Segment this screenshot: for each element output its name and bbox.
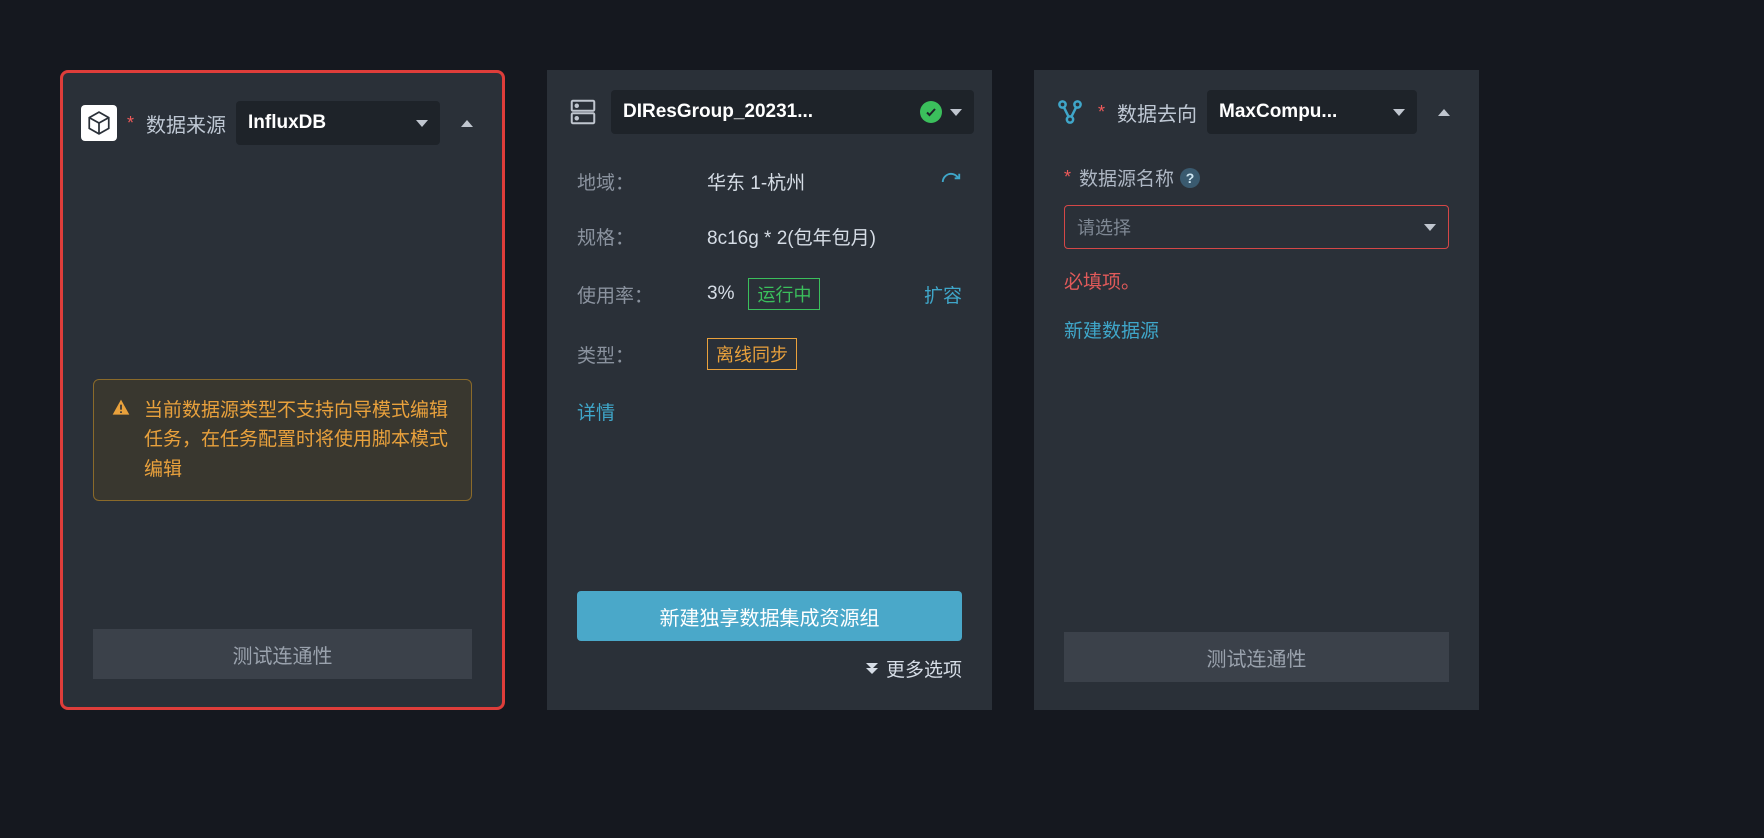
target-flow-icon xyxy=(1052,94,1088,130)
chevron-down-icon xyxy=(1393,109,1405,116)
datasource-required-error: 必填项。 xyxy=(1064,267,1449,294)
config-panels-row: * 数据来源 InfluxDB 当前数据源类型不支持向导模式编辑任务，在任务配置… xyxy=(0,70,1764,710)
region-value: 华东 1-杭州 xyxy=(707,168,805,195)
spec-value: 8c16g * 2(包年包月) xyxy=(707,223,876,250)
source-panel-footer: 测试连通性 xyxy=(63,615,502,707)
usage-value: 3% xyxy=(707,283,734,305)
required-star: * xyxy=(1098,102,1105,123)
running-status-tag: 运行中 xyxy=(748,278,820,310)
target-panel: * 数据去向 MaxCompu... * 数据源名称 ? 请选择 xyxy=(1034,70,1479,710)
chevron-down-icon xyxy=(416,120,428,127)
target-panel-footer: 测试连通性 xyxy=(1034,618,1479,710)
target-panel-header: * 数据去向 MaxCompu... xyxy=(1034,70,1479,158)
resource-group-select[interactable]: DIResGroup_20231... xyxy=(611,90,974,134)
resource-kv-list: 地域： 华东 1-杭州 规格： 8c16g * 2(包年包月) xyxy=(577,158,962,425)
required-star: * xyxy=(1064,167,1071,188)
warning-icon xyxy=(110,398,132,418)
source-panel-body: 当前数据源类型不支持向导模式编辑任务，在任务配置时将使用脚本模式编辑 xyxy=(63,169,502,615)
datasource-name-label: 数据源名称 xyxy=(1079,164,1174,191)
chevron-down-icon xyxy=(950,109,962,116)
source-warning-alert: 当前数据源类型不支持向导模式编辑任务，在任务配置时将使用脚本模式编辑 xyxy=(93,379,472,501)
chevron-down-icon xyxy=(1424,224,1436,231)
resource-group-value: DIResGroup_20231... xyxy=(623,101,912,123)
source-panel-header: * 数据来源 InfluxDB xyxy=(63,73,502,169)
resource-group-panel: DIResGroup_20231... 地域： 华东 1-杭州 xyxy=(547,70,992,710)
chevron-up-icon xyxy=(461,120,473,127)
target-panel-body: * 数据源名称 ? 请选择 必填项。 新建数据源 xyxy=(1034,158,1479,618)
status-ok-icon xyxy=(920,101,942,123)
source-panel: * 数据来源 InfluxDB 当前数据源类型不支持向导模式编辑任务，在任务配置… xyxy=(60,70,505,710)
source-type-icon xyxy=(81,105,117,141)
details-row: 详情 xyxy=(577,398,962,425)
type-label: 类型： xyxy=(577,341,707,368)
usage-label: 使用率： xyxy=(577,281,707,308)
datasource-name-select[interactable]: 请选择 xyxy=(1064,205,1449,249)
datasource-name-placeholder: 请选择 xyxy=(1077,214,1131,240)
source-warning-text: 当前数据源类型不支持向导模式编辑任务，在任务配置时将使用脚本模式编辑 xyxy=(144,400,448,480)
target-test-connectivity-label: 测试连通性 xyxy=(1207,643,1307,672)
details-link[interactable]: 详情 xyxy=(577,398,615,425)
source-test-connectivity-label: 测试连通性 xyxy=(233,640,333,669)
sync-type-tag: 离线同步 xyxy=(707,338,797,370)
collapse-source-button[interactable] xyxy=(450,106,484,140)
region-row: 地域： 华东 1-杭州 xyxy=(577,168,962,195)
resource-panel-footer: 新建独享数据集成资源组 更多选项 xyxy=(547,577,992,710)
help-icon[interactable]: ? xyxy=(1180,168,1200,188)
spec-row: 规格： 8c16g * 2(包年包月) xyxy=(577,223,962,250)
source-title: 数据来源 xyxy=(146,109,226,138)
refresh-icon[interactable] xyxy=(940,171,962,193)
resource-panel-header: DIResGroup_20231... xyxy=(547,70,992,158)
type-row: 类型： 离线同步 xyxy=(577,338,962,370)
more-options-toggle[interactable]: 更多选项 xyxy=(577,655,962,682)
resource-panel-body: 地域： 华东 1-杭州 规格： 8c16g * 2(包年包月) xyxy=(547,158,992,577)
more-options-label: 更多选项 xyxy=(886,655,962,682)
datasource-name-field: * 数据源名称 ? 请选择 必填项。 新建数据源 xyxy=(1064,158,1449,343)
source-test-connectivity-button[interactable]: 测试连通性 xyxy=(93,629,472,679)
region-label: 地域： xyxy=(577,168,707,195)
create-resource-group-button[interactable]: 新建独享数据集成资源组 xyxy=(577,591,962,641)
datasource-name-label-row: * 数据源名称 ? xyxy=(1064,164,1449,191)
create-resource-group-label: 新建独享数据集成资源组 xyxy=(660,602,880,631)
resource-group-icon xyxy=(565,94,601,130)
chevron-up-icon xyxy=(1438,109,1450,116)
collapse-target-button[interactable] xyxy=(1427,95,1461,129)
expand-link[interactable]: 扩容 xyxy=(924,281,962,308)
source-select-value: InfluxDB xyxy=(248,112,408,134)
target-select-value: MaxCompu... xyxy=(1219,101,1385,123)
source-type-select[interactable]: InfluxDB xyxy=(236,101,440,145)
spec-label: 规格： xyxy=(577,223,707,250)
target-test-connectivity-button[interactable]: 测试连通性 xyxy=(1064,632,1449,682)
usage-row: 使用率： 3% 运行中 扩容 xyxy=(577,278,962,310)
target-type-select[interactable]: MaxCompu... xyxy=(1207,90,1417,134)
required-star: * xyxy=(127,113,134,134)
chevron-double-down-icon xyxy=(866,664,878,674)
new-datasource-link[interactable]: 新建数据源 xyxy=(1064,321,1159,342)
target-title: 数据去向 xyxy=(1117,98,1197,127)
